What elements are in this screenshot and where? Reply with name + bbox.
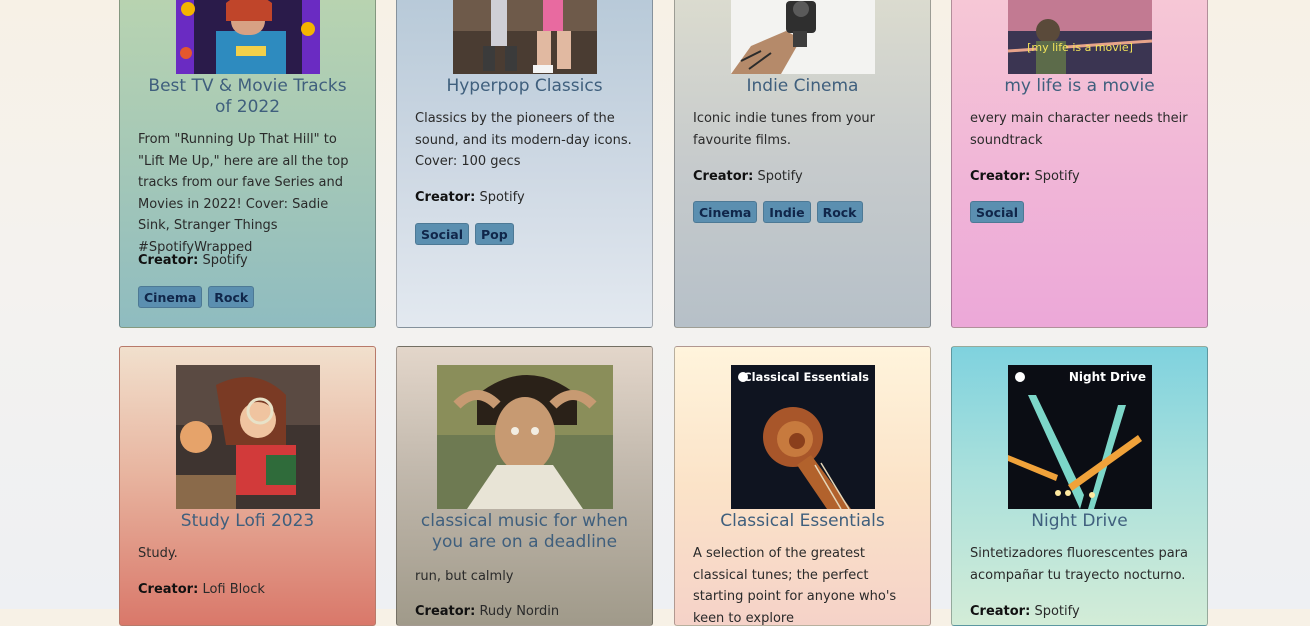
hyperpop-cover-image[interactable] bbox=[452, 0, 597, 74]
creator-label: Creator: bbox=[415, 604, 476, 619]
playlist-description: Study. bbox=[138, 546, 178, 561]
tag-list: Social Pop bbox=[415, 223, 514, 245]
tag-badge[interactable]: Cinema bbox=[693, 201, 758, 223]
playlist-title[interactable]: Best TV & Movie Tracks of 2022 bbox=[120, 76, 375, 118]
playlist-description: Iconic indie tunes from your favourite f… bbox=[693, 111, 876, 148]
playlist-card[interactable]: Classical Essentials Classical Essential… bbox=[674, 346, 931, 626]
creator-name: Spotify bbox=[479, 190, 525, 205]
tag-badge[interactable]: Pop bbox=[475, 223, 514, 245]
film-camera-cover-image[interactable] bbox=[730, 0, 875, 74]
playlist-creator: Creator: Spotify bbox=[970, 604, 1080, 619]
playlist-creator: Creator: Lofi Block bbox=[138, 582, 265, 597]
playlist-creator: Creator: Spotify bbox=[693, 169, 803, 184]
playlist-grid: Best TV & Movie Tracks of 2022 From "Run… bbox=[0, 0, 1310, 626]
creator-name: Spotify bbox=[1034, 169, 1080, 184]
playlist-creator: Creator: Spotify bbox=[138, 253, 248, 268]
playlist-description: run, but calmly bbox=[415, 569, 514, 584]
creator-label: Creator: bbox=[415, 190, 476, 205]
creator-label: Creator: bbox=[138, 253, 199, 268]
playlist-card[interactable]: Night Drive Night Drive Sintetizadores f… bbox=[951, 346, 1208, 626]
creator-label: Creator: bbox=[970, 169, 1031, 184]
playlist-card[interactable]: Indie Cinema Iconic indie tunes from you… bbox=[674, 0, 931, 328]
cover-text: Classical Essentials bbox=[743, 370, 869, 384]
creator-name: Spotify bbox=[757, 169, 803, 184]
cover-text: Night Drive bbox=[1068, 370, 1145, 384]
playlist-description: Sintetizadores fluorescentes para acompa… bbox=[970, 546, 1188, 583]
playlist-title[interactable]: classical music for when you are on a de… bbox=[397, 511, 652, 553]
creator-name: Spotify bbox=[202, 253, 248, 268]
creator-label: Creator: bbox=[693, 169, 754, 184]
playlist-title[interactable]: Classical Essentials bbox=[675, 511, 930, 532]
playlist-card[interactable]: classical music for when you are on a de… bbox=[396, 346, 653, 626]
playlist-title[interactable]: my life is a movie bbox=[952, 76, 1207, 97]
playlist-card[interactable]: Study Lofi 2023 Study. Creator: Lofi Blo… bbox=[119, 346, 376, 626]
tag-list: Social bbox=[970, 201, 1025, 223]
tag-badge[interactable]: Rock bbox=[208, 286, 255, 308]
creator-label: Creator: bbox=[138, 582, 199, 597]
sunset-cover-image[interactable]: [my life is a movie] bbox=[1007, 0, 1152, 74]
tag-badge[interactable]: Social bbox=[970, 201, 1025, 223]
playlist-description: From "Running Up That Hill" to "Lift Me … bbox=[138, 132, 349, 255]
tag-badge[interactable]: Rock bbox=[816, 201, 863, 223]
playlist-description: A selection of the greatest classical tu… bbox=[693, 546, 897, 626]
night-road-cover-image[interactable]: Night Drive bbox=[1007, 365, 1152, 509]
playlist-title[interactable]: Hyperpop Classics bbox=[397, 76, 652, 97]
playlist-description: Classics by the pioneers of the sound, a… bbox=[415, 111, 632, 169]
creator-name: Lofi Block bbox=[202, 582, 265, 597]
playlist-title[interactable]: Indie Cinema bbox=[675, 76, 930, 97]
cover-text: [my life is a movie] bbox=[1027, 41, 1133, 54]
playlist-creator: Creator: Spotify bbox=[415, 190, 525, 205]
playlist-card[interactable]: Hyperpop Classics Classics by the pionee… bbox=[396, 0, 653, 328]
creator-name: Spotify bbox=[1034, 604, 1080, 619]
desperate-man-painting-cover-image[interactable] bbox=[436, 365, 613, 509]
playlist-card[interactable]: [my life is a movie] my life is a movie … bbox=[951, 0, 1208, 328]
creator-label: Creator: bbox=[970, 604, 1031, 619]
tag-badge[interactable]: Cinema bbox=[138, 286, 203, 308]
tag-list: Cinema Indie Rock bbox=[693, 201, 863, 223]
tag-badge[interactable]: Social bbox=[415, 223, 470, 245]
playlist-creator: Creator: Rudy Nordin bbox=[415, 604, 559, 619]
playlist-title[interactable]: Study Lofi 2023 bbox=[120, 511, 375, 532]
playlist-description: every main character needs their soundtr… bbox=[970, 111, 1188, 148]
tag-list: Cinema Rock bbox=[138, 286, 255, 308]
tv-series-cover-image[interactable] bbox=[175, 0, 320, 74]
playlist-title[interactable]: Night Drive bbox=[952, 511, 1207, 532]
tag-badge[interactable]: Indie bbox=[763, 201, 811, 223]
cello-scroll-cover-image[interactable]: Classical Essentials bbox=[730, 365, 875, 509]
playlist-card[interactable]: Best TV & Movie Tracks of 2022 From "Run… bbox=[119, 0, 376, 328]
creator-name: Rudy Nordin bbox=[479, 604, 560, 619]
lofi-girl-cover-image[interactable] bbox=[175, 365, 320, 509]
playlist-creator: Creator: Spotify bbox=[970, 169, 1080, 184]
